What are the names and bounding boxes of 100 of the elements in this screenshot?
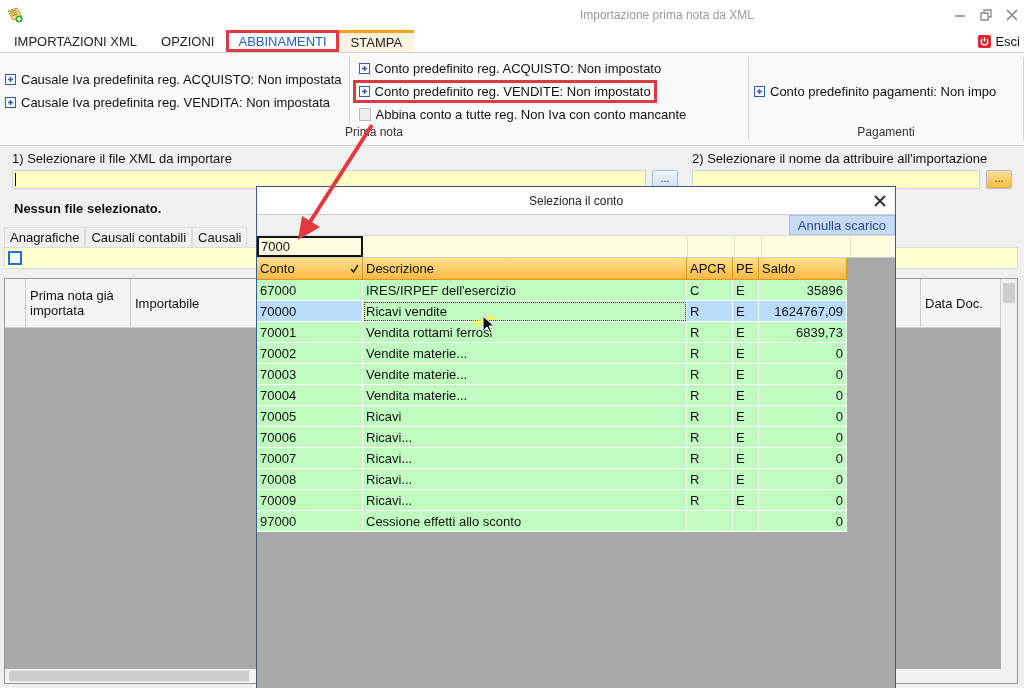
ribbon-option[interactable]: Conto predefinito reg. VENDITE: Non impostato [374, 83, 651, 99]
table-cell[interactable]: 70004 [257, 385, 363, 406]
table-cell[interactable]: 70000 [257, 301, 363, 322]
dialog-title: Seleziona il conto [529, 193, 624, 208]
table-cell: 0 [759, 364, 847, 385]
table-cell[interactable]: Ricavi... [363, 427, 687, 448]
table-cell: R [687, 448, 733, 469]
table-cell: C [687, 280, 733, 301]
table-cell: E [733, 322, 759, 343]
table-cell: R [687, 343, 733, 364]
table-cell: E [733, 385, 759, 406]
table-cell: E [733, 427, 759, 448]
table-cell[interactable]: 70007 [257, 448, 363, 469]
table-cell [733, 511, 759, 532]
vertical-scrollbar[interactable] [1001, 279, 1017, 669]
close-icon[interactable] [874, 194, 886, 207]
column-header[interactable]: PE [733, 258, 759, 279]
data-tab[interactable]: Causali contabili [85, 227, 193, 247]
table-cell: E [733, 280, 759, 301]
table-cell[interactable]: 70001 [257, 322, 363, 343]
table-cell[interactable]: 70003 [257, 364, 363, 385]
table-cell[interactable]: 70008 [257, 469, 363, 490]
table-cell[interactable]: Ricavi... [363, 469, 687, 490]
status-text: Nessun file selezionato. [14, 201, 162, 216]
table-cell[interactable]: 97000 [257, 511, 363, 532]
expand-icon[interactable] [754, 85, 765, 97]
table-cell: R [687, 364, 733, 385]
expand-icon[interactable] [5, 74, 16, 85]
table-cell: E [733, 406, 759, 427]
select-all-checkbox[interactable] [8, 251, 22, 265]
table-cell: 6839,73 [759, 322, 847, 343]
table-cell[interactable]: IRES/IRPEF dell'esercizio [363, 280, 687, 301]
table-cell[interactable]: 70009 [257, 490, 363, 511]
ribbon-tab[interactable]: IMPORTAZIONI XML [2, 30, 150, 52]
ribbon-tab[interactable]: STAMPA [338, 30, 415, 52]
table-cell: 0 [759, 343, 847, 364]
ribbon-tab[interactable]: ABBINAMENTI [226, 30, 339, 52]
column-header[interactable]: APCR [687, 258, 733, 279]
table-cell: 0 [759, 385, 847, 406]
ribbon-option[interactable]: Conto predefinito pagamenti: Non impo [770, 83, 997, 99]
expand-icon[interactable] [358, 85, 370, 97]
ribbon-option[interactable]: Causale Iva predefinita reg. ACQUISTO: Non impostata [21, 72, 342, 87]
table-cell[interactable]: Vendite materie... [363, 364, 687, 385]
table-cell: 0 [759, 427, 847, 448]
expand-icon[interactable] [358, 62, 370, 74]
table-cell[interactable]: 70002 [257, 343, 363, 364]
table-cell: R [687, 427, 733, 448]
table-cell[interactable]: Ricavi vendite [363, 301, 687, 322]
data-tab[interactable]: Causali [192, 227, 248, 247]
field-label: 1) Selezionare il file XML da importare [12, 151, 233, 166]
browse-button[interactable]: ... [986, 170, 1012, 189]
table-cell[interactable]: Vendita rottami ferrosi [363, 322, 687, 343]
table-cell[interactable]: 70005 [257, 406, 363, 427]
table-cell: E [733, 343, 759, 364]
table-cell: R [687, 301, 733, 322]
ribbon-option[interactable]: Causale Iva predefinita reg. VENDITA: Non impostata [21, 95, 331, 110]
table-cell [687, 511, 733, 532]
table-cell: 0 [759, 490, 847, 511]
table-cell[interactable]: Ricavi [363, 406, 687, 427]
table-cell: E [733, 364, 759, 385]
table-cell: 0 [759, 448, 847, 469]
ribbon-option[interactable]: Conto predefinito reg. ACQUISTO: Non impostato [374, 60, 662, 76]
table-cell: R [687, 322, 733, 343]
column-header[interactable]: Saldo [759, 258, 847, 279]
table-cell: E [733, 448, 759, 469]
table-cell: 0 [759, 511, 847, 532]
filter-field[interactable]: 7000 [257, 236, 363, 257]
table-cell: R [687, 469, 733, 490]
table-cell[interactable]: 70006 [257, 427, 363, 448]
table-cell: 35896 [759, 280, 847, 301]
sort-check-icon [350, 264, 359, 273]
app-icon [6, 7, 24, 23]
table-cell: 0 [759, 406, 847, 427]
cancel-download-button[interactable]: Annulla scarico [788, 215, 895, 235]
field-label: 2) Selezionare il nome da attribuire all'importazione [692, 151, 989, 166]
restore-icon[interactable] [980, 9, 992, 21]
data-tab[interactable]: Anagrafiche [4, 227, 86, 247]
column-header[interactable]: Descrizione [363, 258, 687, 279]
table-cell[interactable]: Vendita materie... [363, 385, 687, 406]
table-cell: R [687, 385, 733, 406]
exit-button[interactable]: Esci [974, 30, 1024, 52]
ribbon-tab[interactable]: OPZIONI [149, 30, 227, 52]
table-cell[interactable]: Ricavi... [363, 448, 687, 469]
table-cell: 1624767,09 [759, 301, 847, 322]
checkbox[interactable] [358, 107, 371, 121]
table-cell[interactable]: 67000 [257, 280, 363, 301]
table-cell: 0 [759, 469, 847, 490]
group-label: Pagamenti [857, 125, 915, 139]
expand-icon[interactable] [5, 97, 16, 108]
power-icon [978, 34, 992, 48]
window-title: Importazione prima nota da XML [579, 8, 754, 22]
table-cell[interactable]: Vendite materie... [363, 343, 687, 364]
table-cell: R [687, 490, 733, 511]
table-cell[interactable]: Ricavi... [363, 490, 687, 511]
column-header[interactable]: Conto [257, 258, 363, 279]
table-cell: R [687, 406, 733, 427]
ribbon-option[interactable]: Abbina conto a tutte reg. Non Iva con conto mancante [375, 106, 687, 122]
column-header: Prima nota già importata [26, 279, 131, 327]
table-cell[interactable]: Cessione effetti allo sconto [363, 511, 687, 532]
table-cell: E [733, 301, 759, 322]
